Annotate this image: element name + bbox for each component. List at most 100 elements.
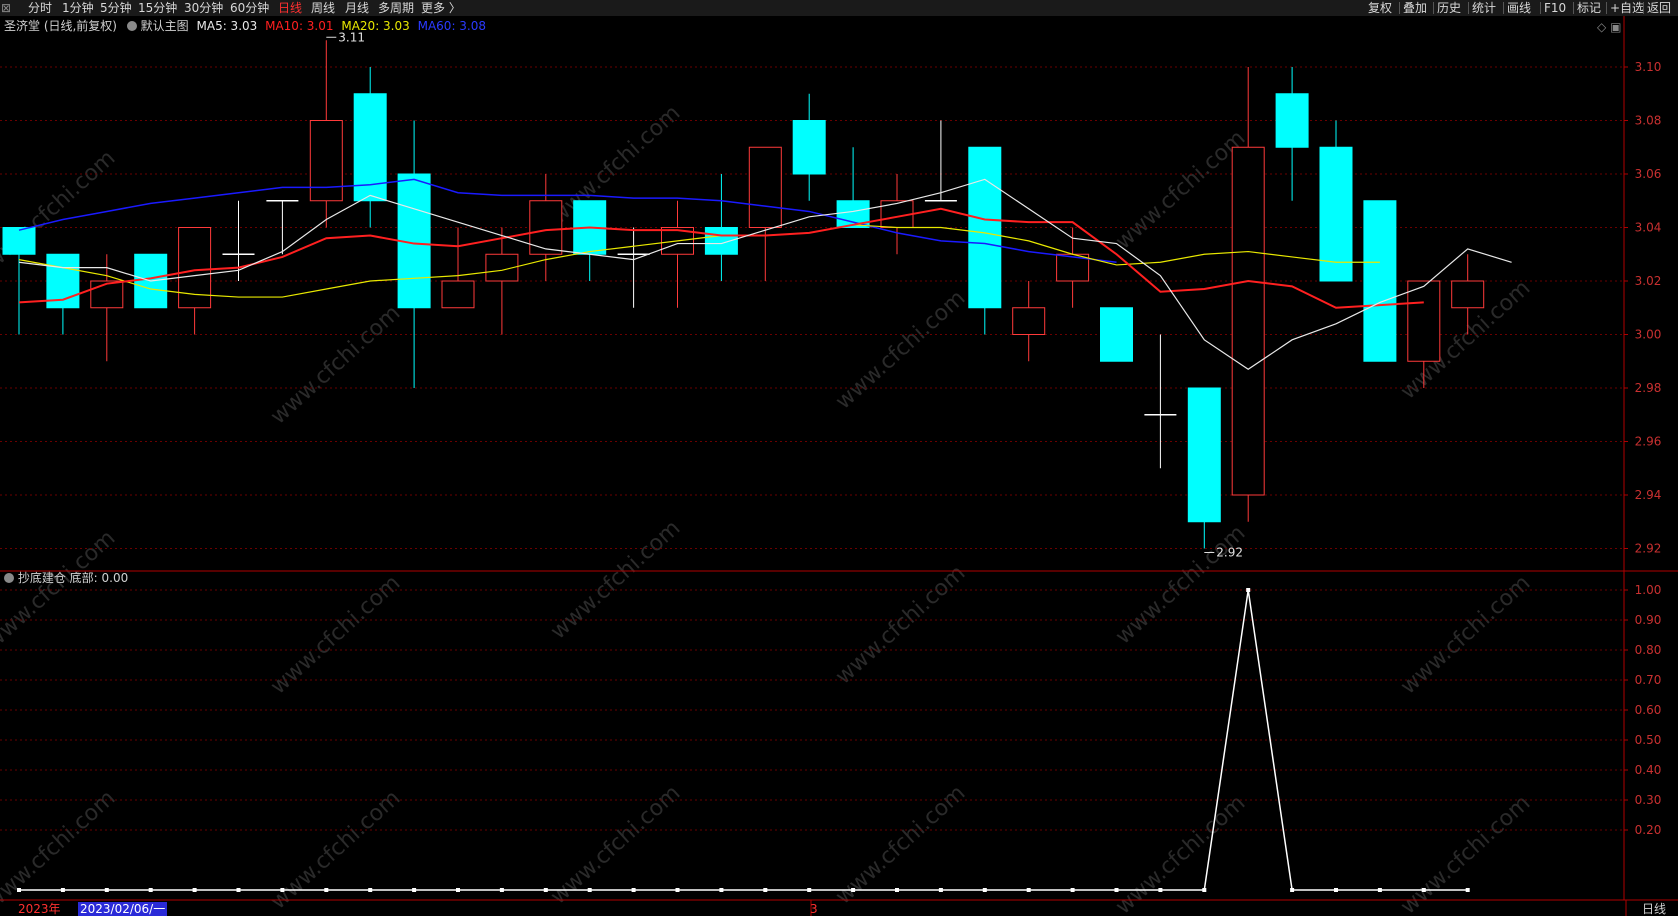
candle-body (529, 200, 563, 255)
price-tick-label: 3.06 (1635, 167, 1662, 181)
indicator-point (1246, 588, 1251, 592)
period-label[interactable]: 日线 (1642, 902, 1666, 916)
indicator-point (1114, 888, 1119, 892)
indicator-point (807, 888, 812, 892)
ma5-label: MA5: 3.03 (196, 19, 258, 33)
indicator-point (280, 888, 285, 892)
candle-body (1275, 93, 1309, 148)
indicator-tick-label: 0.60 (1635, 703, 1662, 717)
watermark-text: www.cfchi.com (1396, 791, 1535, 916)
price-tick-label: 2.96 (1635, 435, 1662, 449)
axes: 3.10 3.08 3.06 3.04 3.02 3.00 2.98 2.96 2.94 2.92… (0, 16, 1678, 916)
watermark-text: www.cfchi.com (831, 286, 970, 415)
low-annotation-label: 2.92 (1216, 546, 1243, 560)
indicator-point (587, 888, 592, 892)
candle-body (748, 146, 782, 228)
candle-body (1451, 280, 1485, 309)
window-toggle-icon[interactable]: ▣ (1610, 20, 1621, 34)
ma20-label: MA20: 3.03 (341, 19, 410, 33)
price-tick-label: 2.98 (1635, 381, 1662, 395)
diamond-icon[interactable]: ◇ (1597, 20, 1606, 34)
indicator-point (1377, 888, 1382, 892)
candle-body (90, 280, 124, 309)
stock-title: 圣济堂 (日线,前复权) (4, 19, 117, 33)
watermark-text: www.cfchi.com (1111, 791, 1250, 916)
price-tick-label: 2.92 (1635, 542, 1662, 556)
indicator-point (104, 888, 109, 892)
indicator-settings-icon[interactable] (4, 572, 14, 583)
candle-body (178, 227, 212, 309)
candle-body (1231, 146, 1265, 496)
indicator-point (763, 888, 768, 892)
watermark-text: www.cfchi.com (266, 301, 405, 430)
price-tick-label: 3.08 (1635, 114, 1662, 128)
indicator-point (1465, 888, 1470, 892)
price-tick-label: 3.00 (1635, 328, 1662, 342)
indicator-point (543, 888, 548, 892)
chart-controls: ◇ ▣ (1597, 19, 1621, 35)
indicator-point (324, 888, 329, 892)
indicator-point (719, 888, 724, 892)
price-tick-label: 3.10 (1635, 60, 1662, 74)
indicator-tick-label: 0.50 (1635, 733, 1662, 747)
candle-body (1100, 307, 1133, 362)
ma60-label: MA60: 3.08 (417, 19, 487, 33)
candle-body (1363, 200, 1397, 362)
year-label: 2023年 (18, 902, 61, 916)
indicator-tick-label: 0.30 (1635, 793, 1662, 807)
indicator-tick-label: 0.20 (1635, 823, 1662, 837)
indicator-tick-label: 0.70 (1635, 673, 1662, 687)
indicator-point (412, 888, 417, 892)
indicator-point (982, 888, 987, 892)
grid (0, 66, 1624, 831)
watermark-text: www.cfchi.com (1111, 521, 1250, 650)
indicator-point (675, 888, 680, 892)
candle-body (1012, 307, 1046, 335)
indicator-point (1026, 888, 1031, 892)
ma10-label: MA10: 3.01 (265, 19, 334, 33)
indicator-point (1334, 888, 1338, 892)
indicator-point (631, 888, 636, 892)
price-tick-label: 3.04 (1635, 221, 1662, 235)
indicator-point (1158, 888, 1163, 892)
watermark-text: www.cfchi.com (831, 561, 970, 690)
indicator-point (1421, 888, 1426, 892)
sub-legend: 抄底建仓 底部: 0.00 (4, 570, 128, 586)
candles (2, 40, 1485, 549)
candle-body (2, 227, 36, 255)
candle-body (441, 280, 475, 309)
indicator-point (456, 888, 460, 892)
indicator-tick-label: 0.40 (1635, 763, 1662, 777)
indicator-point (499, 888, 504, 892)
candle-body (309, 120, 343, 202)
candle-body (792, 120, 826, 175)
ma20-line (18, 224, 1380, 298)
indicator-point (938, 888, 943, 892)
indicator-point (895, 888, 899, 892)
indicator-point (1202, 888, 1207, 892)
price-tick-label: 2.94 (1635, 488, 1662, 502)
chart-area: www.cfchi.com www.cfchi.com www.cfchi.com w… (0, 16, 1678, 916)
settings-circle-icon[interactable] (126, 20, 137, 31)
indicator-value: 底部: 0.00 (69, 571, 129, 585)
indicator-tick-label: 0.90 (1635, 613, 1662, 627)
indicator-point (60, 888, 65, 892)
indicator-tick-label: 1.00 (1635, 583, 1662, 597)
candle-body (1187, 387, 1221, 523)
indicator-point (236, 888, 241, 892)
candle-body (968, 146, 1002, 309)
indicator-point (368, 888, 373, 892)
candle-body (1407, 280, 1441, 362)
candle-body (704, 227, 738, 255)
template-label[interactable]: 默认主图 (141, 19, 189, 33)
watermark-text: www.cfchi.com (546, 516, 685, 645)
indicator-point (1070, 888, 1075, 892)
indicator-point (1290, 888, 1295, 892)
price-tick-label: 3.02 (1635, 274, 1662, 288)
indicator-point (851, 888, 856, 892)
date-cursor-label: 2023/02/06/一 (78, 902, 168, 916)
indicator-name[interactable]: 抄底建仓 (18, 571, 66, 585)
legend-bar: 圣济堂 (日线,前复权) 默认主图 MA5: 3.03 MA10: 3.01 M… (4, 18, 486, 34)
watermark-text: www.cfchi.com (1111, 126, 1250, 255)
watermark-text: www.cfchi.com (266, 786, 405, 915)
